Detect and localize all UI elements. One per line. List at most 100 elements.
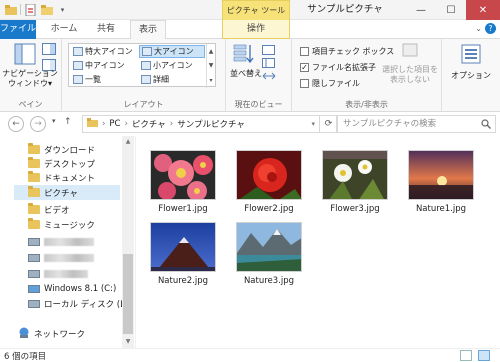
redacted-label xyxy=(44,237,94,246)
nav-scrollbar[interactable]: ▲ ▼ xyxy=(122,136,134,348)
details-view-toggle-icon[interactable] xyxy=(460,350,472,361)
large-icons-view-toggle-icon[interactable] xyxy=(478,350,490,361)
preview-pane-icon[interactable] xyxy=(42,43,56,58)
file-tile[interactable]: Flower1.jpg xyxy=(140,142,224,214)
item-checkboxes-checkbox[interactable] xyxy=(300,47,309,56)
layout-details[interactable]: 詳細 xyxy=(139,73,171,86)
breadcrumb-separator[interactable]: › xyxy=(124,119,127,129)
recent-locations-icon[interactable]: ▾ xyxy=(52,117,56,125)
file-tile[interactable]: Nature3.jpg xyxy=(226,214,310,286)
nav-item-videos[interactable]: ビデオ xyxy=(28,202,70,217)
nav-item-drive-d[interactable]: ローカル ディスク (D:) xyxy=(28,296,133,311)
help-icon[interactable]: ? xyxy=(485,23,496,34)
folder-icon[interactable] xyxy=(4,3,17,16)
pictures-folder-icon xyxy=(87,118,98,130)
nav-item-pictures[interactable]: ピクチャ xyxy=(14,185,120,200)
file-name: Nature1.jpg xyxy=(415,204,467,214)
pane-group: ナビゲーション ウィンドウ▾ ペイン xyxy=(0,39,62,112)
nav-item-drive-c[interactable]: Windows 8.1 (C:) xyxy=(28,281,116,296)
refresh-icon: ⟳ xyxy=(324,119,333,129)
nav-item-documents[interactable]: ドキュメント xyxy=(28,170,95,185)
redacted-label xyxy=(44,269,88,278)
search-icon[interactable] xyxy=(481,119,491,135)
close-button[interactable]: ✕ xyxy=(466,0,500,20)
breadcrumb-pc[interactable]: PC xyxy=(109,119,120,129)
more-icon[interactable]: ▾ xyxy=(209,77,212,84)
tab-file[interactable]: ファイル xyxy=(0,20,36,39)
scroll-thumb[interactable] xyxy=(123,254,133,334)
file-extensions-option[interactable]: ✓ ファイル名拡張子 xyxy=(300,61,376,74)
down-arrow-icon[interactable]: ▼ xyxy=(209,62,214,69)
file-list: Flower1.jpg Flower2.jpg Flower3.jpg Natu… xyxy=(138,136,500,348)
minimize-button[interactable]: — xyxy=(406,0,436,20)
layout-large[interactable]: 大アイコン xyxy=(139,45,205,58)
details-icon xyxy=(141,75,151,84)
status-bar: 6 個の項目 xyxy=(0,348,500,362)
breadcrumb-separator[interactable]: › xyxy=(170,119,173,129)
up-arrow-icon: ↑ xyxy=(64,117,72,127)
address-bar[interactable]: › PC › ピクチャ › サンプルピクチャ ▾ xyxy=(82,115,320,133)
file-tile[interactable]: Nature1.jpg xyxy=(398,142,482,214)
tab-view[interactable]: 表示 xyxy=(130,20,166,40)
up-arrow-icon[interactable]: ▲ xyxy=(209,48,214,55)
navigation-pane: ダウンロード デスクトップ ドキュメント ピクチャ ビデオ ミュージック Win… xyxy=(0,136,136,348)
forward-button[interactable]: → xyxy=(30,116,46,132)
flower2-thumbnail[interactable] xyxy=(236,150,302,200)
options-icon[interactable] xyxy=(460,43,482,68)
flower1-thumbnail[interactable] xyxy=(150,150,216,200)
nav-item-blurred[interactable] xyxy=(28,234,94,249)
nav-item-downloads[interactable]: ダウンロード xyxy=(28,142,95,157)
back-button[interactable]: ← xyxy=(8,116,24,132)
flower3-thumbnail[interactable] xyxy=(322,150,388,200)
item-checkboxes-option[interactable]: 項目チェック ボックス xyxy=(300,45,394,58)
nav-item-blurred[interactable] xyxy=(28,250,94,265)
group-by-icon[interactable] xyxy=(262,45,278,58)
new-folder-icon[interactable] xyxy=(40,3,53,16)
breadcrumb-pictures[interactable]: ピクチャ xyxy=(132,118,166,130)
tab-home[interactable]: ホーム xyxy=(46,20,82,39)
window-title: サンプルピクチャ xyxy=(307,4,383,15)
hidden-items-checkbox[interactable] xyxy=(300,79,309,88)
layout-small[interactable]: 小アイコン xyxy=(139,59,195,72)
nav-item-blurred[interactable] xyxy=(28,266,88,281)
nav-item-music[interactable]: ミュージック xyxy=(28,217,95,232)
scroll-down-icon[interactable]: ▼ xyxy=(122,336,134,348)
layout-medium[interactable]: 中アイコン xyxy=(71,59,127,72)
scroll-up-icon[interactable]: ▲ xyxy=(122,136,134,148)
address-dropdown-icon[interactable]: ▾ xyxy=(311,120,315,128)
breadcrumb-sample-pictures[interactable]: サンプルピクチャ xyxy=(177,118,245,130)
tab-manage[interactable]: 操作 xyxy=(222,20,290,39)
picture-tools-header: ピクチャ ツール xyxy=(222,0,290,20)
tab-share[interactable]: 共有 xyxy=(88,20,124,39)
navigation-pane-button[interactable]: ナビゲーション ウィンドウ▾ xyxy=(0,69,60,89)
address-row: ← → ▾ ↑ › PC › ピクチャ › サンプルピクチャ ▾ ⟳ サンプルピ… xyxy=(0,112,500,136)
back-arrow-icon: ← xyxy=(12,119,20,129)
desktop-folder-icon xyxy=(28,157,40,168)
search-box[interactable]: サンプルピクチャの検索 xyxy=(336,115,496,133)
properties-icon[interactable] xyxy=(24,3,37,16)
sort-button[interactable]: 並べ替え xyxy=(226,69,266,79)
navigation-pane-icon[interactable] xyxy=(14,43,36,68)
nav-item-desktop[interactable]: デスクトップ xyxy=(28,156,95,171)
file-tile[interactable]: Nature2.jpg xyxy=(140,214,224,286)
layout-extra-large[interactable]: 特大アイコン xyxy=(71,45,135,58)
file-name: Nature3.jpg xyxy=(243,276,295,286)
qat-dropdown-icon[interactable]: ▾ xyxy=(56,3,69,16)
layout-gallery-scroller[interactable]: ▲ ▼ ▾ xyxy=(206,44,215,88)
ribbon-collapse-icon[interactable]: ⌄ xyxy=(475,24,482,33)
nature2-thumbnail[interactable] xyxy=(150,222,216,272)
options-button[interactable]: オプション xyxy=(442,71,500,81)
nav-item-network[interactable]: ネットワーク xyxy=(18,326,85,341)
qat-separator xyxy=(20,4,21,15)
file-extensions-checkbox[interactable]: ✓ xyxy=(300,63,309,72)
layout-list[interactable]: 一覧 xyxy=(71,73,103,86)
item-count: 6 個の項目 xyxy=(4,352,47,362)
maximize-button[interactable]: ☐ xyxy=(436,0,466,20)
sort-icon[interactable] xyxy=(232,43,254,68)
hidden-items-option[interactable]: 隠しファイル xyxy=(300,77,360,90)
nature3-thumbnail[interactable] xyxy=(236,222,302,272)
nature1-thumbnail[interactable] xyxy=(408,150,474,200)
file-tile[interactable]: Flower3.jpg xyxy=(312,142,396,214)
up-button[interactable]: ↑ xyxy=(64,117,72,127)
file-tile[interactable]: Flower2.jpg xyxy=(226,142,310,214)
